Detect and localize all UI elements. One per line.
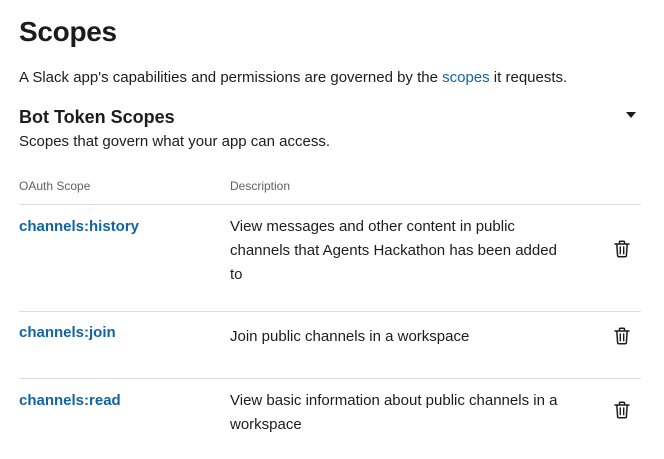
scope-description: View basic information about public chan… [230, 392, 558, 433]
remove-scope-button[interactable] [611, 238, 633, 260]
intro-suffix: it requests. [489, 69, 568, 86]
remove-scope-button[interactable] [611, 325, 633, 347]
scope-name-link[interactable]: channels:history [19, 216, 139, 238]
column-header-description: Description [230, 179, 291, 193]
trash-icon [614, 327, 630, 345]
trash-icon [614, 240, 630, 258]
section-title: Bot Token Scopes [19, 107, 175, 127]
scopes-link[interactable]: scopes [442, 69, 490, 86]
scope-description: View messages and other content in publi… [230, 218, 557, 283]
section-subtitle: Scopes that govern what your app can acc… [19, 133, 331, 150]
collapse-toggle-button[interactable] [620, 106, 642, 124]
table-row: channels:join Join public channels in a … [0, 312, 664, 378]
intro-prefix: A Slack app's capabilities and permissio… [19, 69, 443, 86]
scope-name-link[interactable]: channels:join [19, 322, 116, 344]
scope-name-link[interactable]: channels:read [19, 390, 121, 412]
caret-down-icon [626, 112, 636, 118]
scope-description: Join public channels in a workspace [230, 328, 470, 345]
remove-scope-button[interactable] [611, 399, 633, 421]
table-row: channels:read View basic information abo… [0, 379, 664, 459]
trash-icon [614, 401, 630, 419]
intro-text: A Slack app's capabilities and permissio… [19, 67, 567, 89]
table-row: channels:history View messages and other… [0, 205, 664, 311]
page-title: Scopes [19, 16, 117, 47]
column-header-oauth-scope: OAuth Scope [19, 179, 91, 193]
